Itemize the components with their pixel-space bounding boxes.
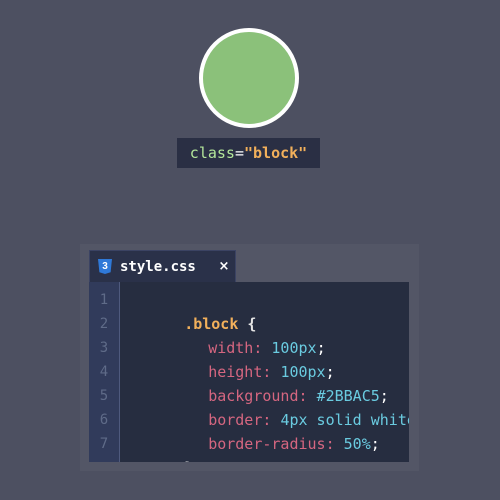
line-number: 7: [99, 436, 109, 452]
line-number: 3: [99, 340, 109, 356]
code-line-close: }: [130, 432, 193, 462]
css-value: 50%: [343, 435, 371, 453]
class-attribute-value: block: [253, 144, 299, 162]
tab-style-css[interactable]: 3 style.css ×: [89, 250, 236, 282]
line-number: 2: [99, 316, 109, 332]
line-number-gutter: 1 2 3 4 5 6 7: [89, 282, 120, 462]
line-number: 5: [99, 388, 109, 404]
code-line-background: background: #2BBAC5;: [154, 360, 389, 405]
class-attribute-quote-open: ": [243, 144, 254, 162]
code-line-height: height: 100px;: [154, 336, 334, 381]
class-attribute-equals: =: [234, 144, 244, 162]
css3-icon: 3: [98, 259, 112, 274]
preview-circle: [199, 28, 299, 128]
class-attribute-quote-close: ": [298, 144, 308, 162]
stage: class="block" 3 style.css × 1 2 3 4 5 6 …: [0, 0, 500, 500]
code-line-selector: .block {: [130, 288, 256, 333]
line-number: 1: [99, 292, 109, 308]
code-line-border: border: 4px solid white;: [154, 384, 409, 429]
tab-filename: style.css: [120, 259, 196, 275]
css-property: border-radius: [208, 435, 326, 453]
line-number: 6: [99, 412, 109, 428]
css-semicolon: ;: [370, 435, 380, 453]
class-attribute-name: class: [189, 144, 235, 162]
line-number: 4: [99, 364, 109, 380]
close-brace: }: [184, 459, 193, 462]
code-editor[interactable]: 1 2 3 4 5 6 7 .block { width: 100px; hei…: [89, 282, 409, 462]
css-colon: :: [325, 435, 335, 453]
code-line-border-radius: border-radius: 50%;: [154, 408, 380, 453]
code-line-width: width: 100px;: [154, 312, 325, 357]
class-attribute-label: class="block": [177, 138, 320, 168]
close-icon[interactable]: ×: [217, 259, 231, 275]
css3-icon-number: 3: [102, 261, 108, 272]
